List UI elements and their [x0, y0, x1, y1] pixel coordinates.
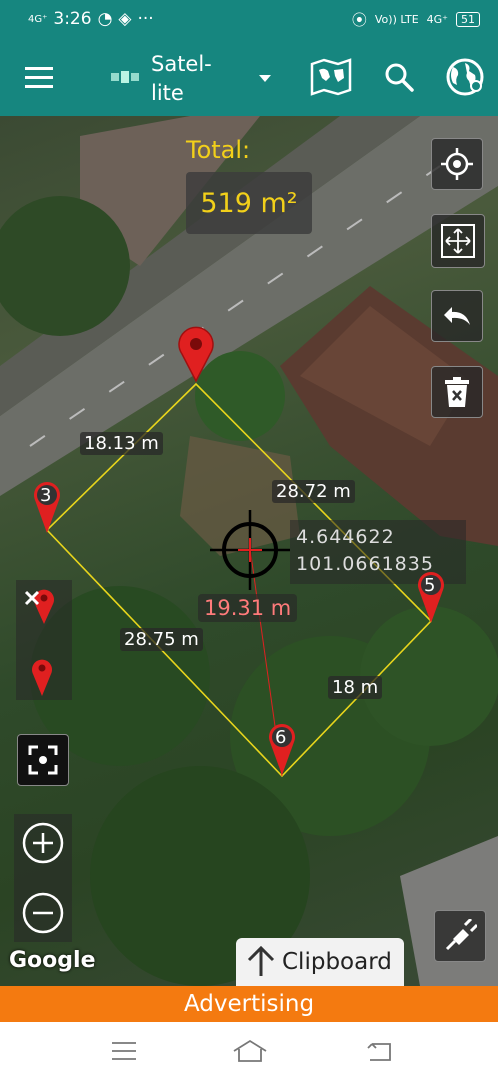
search-icon [385, 63, 414, 92]
arrow-up-icon [247, 946, 275, 976]
marker-pin-6[interactable]: 6 [267, 720, 297, 776]
zoom-in-button[interactable] [16, 816, 70, 870]
fit-bounds-button[interactable] [431, 214, 485, 268]
volte-indicator: Vo)) LTE [374, 13, 419, 26]
menu-button[interactable] [14, 52, 64, 102]
plug-button[interactable] [434, 910, 486, 962]
trash-icon [445, 377, 469, 407]
segment-distance-label: 28.72 m [272, 480, 355, 503]
focus-frame-icon [28, 745, 58, 775]
add-marker-icon [32, 659, 52, 696]
zoom-out-button[interactable] [16, 886, 70, 940]
status-bar: 4G⁺ 3:26 ◔ ◈ ··· ⦿ Vo)) LTE 4G⁺ 51 [0, 0, 498, 38]
focus-button[interactable] [17, 734, 69, 786]
battery-indicator: 51 [456, 12, 480, 27]
map-icon [310, 58, 352, 96]
menu-icon [25, 67, 53, 88]
minus-icon [22, 892, 64, 934]
segment-distance-label: 18 m [328, 676, 383, 699]
menu-lines-icon [112, 1042, 136, 1060]
add-marker-button[interactable] [16, 640, 72, 700]
google-attribution: Google [9, 948, 96, 973]
remove-marker-button[interactable] [16, 580, 72, 640]
marker-tools-panel [16, 580, 72, 700]
active-marker-pin-icon[interactable] [176, 326, 216, 382]
location-icon: ⦿ [351, 11, 367, 29]
globe-icon [446, 58, 484, 96]
marker-pin-3[interactable]: 3 [32, 478, 62, 534]
more-notifications: ··· [137, 9, 154, 29]
plus-icon [22, 822, 64, 864]
advertising-banner[interactable]: Advertising [0, 986, 498, 1022]
notification-icon: ◔ [97, 9, 113, 29]
back-icon [367, 1043, 391, 1061]
clipboard-button[interactable]: Clipboard [236, 938, 404, 986]
home-icon [233, 1039, 267, 1062]
notification-icon-2: ◈ [118, 9, 132, 29]
satellite-icon [111, 71, 139, 83]
latitude-value: 4.644622 [296, 526, 395, 548]
marker-number: 3 [40, 485, 52, 506]
globe-button[interactable] [438, 50, 492, 104]
crosshair-icon [441, 148, 473, 180]
zoom-controls [14, 814, 72, 942]
expand-icon [441, 224, 475, 258]
system-nav-bar [0, 1022, 498, 1080]
remove-marker-icon [24, 589, 54, 624]
total-label: Total: [186, 136, 251, 164]
network-indicator: 4G⁺ [426, 13, 448, 26]
signal-indicator: 4G⁺ [28, 13, 48, 25]
delete-button[interactable] [431, 366, 483, 418]
clock: 3:26 [53, 9, 92, 29]
map-type-label: Satel- lite [151, 52, 212, 105]
my-location-button[interactable] [431, 138, 483, 190]
total-area-value: 519 m² [186, 172, 312, 234]
segment-distance-label: 18.13 m [80, 432, 163, 455]
plug-icon [445, 919, 477, 951]
satellite-map[interactable]: Total: 519 m² 18.13 m 28.72 m 28.75 m 18… [0, 116, 498, 986]
recent-apps-button[interactable] [104, 1036, 144, 1066]
center-crosshair-icon [210, 510, 290, 590]
clipboard-label: Clipboard [282, 949, 392, 975]
dropdown-icon [259, 75, 271, 82]
marker-number: 5 [424, 575, 436, 596]
undo-icon [444, 307, 470, 325]
search-button[interactable] [374, 52, 424, 102]
map-layers-button[interactable] [306, 50, 356, 104]
cursor-distance-label: 19.31 m [198, 594, 298, 622]
back-button[interactable] [360, 1036, 400, 1066]
undo-button[interactable] [431, 290, 483, 342]
home-button[interactable] [228, 1034, 272, 1068]
segment-distance-label: 28.75 m [120, 628, 203, 651]
app-toolbar: Satel- lite [0, 38, 498, 116]
marker-number: 6 [275, 727, 287, 748]
marker-pin-5[interactable]: 5 [416, 568, 446, 624]
